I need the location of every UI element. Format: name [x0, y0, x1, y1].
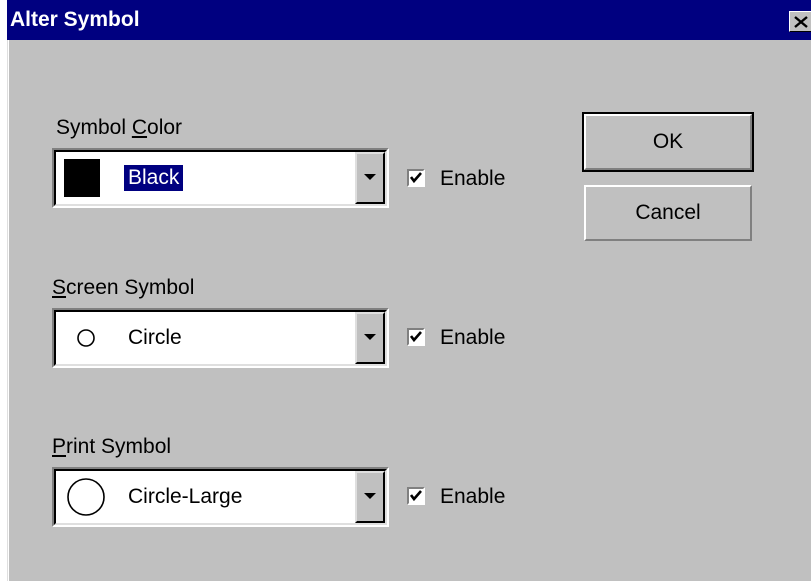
screen-symbol-value: Circle [128, 326, 182, 349]
dialog-title: Alter Symbol [10, 8, 140, 31]
close-button[interactable] [789, 11, 811, 32]
symbol-color-label: Symbol Color [56, 116, 183, 139]
checkmark-icon [410, 331, 422, 343]
chevron-down-icon [364, 493, 376, 499]
title-bar[interactable]: Alter Symbol [7, 0, 811, 40]
checkbox-box[interactable] [407, 328, 425, 346]
checkmark-icon [410, 172, 422, 184]
color-swatch [64, 159, 100, 197]
screen-symbol-label: Screen Symbol [52, 276, 195, 299]
large-circle-icon [67, 478, 105, 516]
print-symbol-dropdown-button[interactable] [355, 471, 385, 523]
enable-label: Enable [440, 485, 506, 508]
chevron-down-icon [364, 174, 376, 180]
checkmark-icon [410, 490, 422, 502]
symbol-color-combobox[interactable]: Black [52, 148, 389, 208]
chevron-down-icon [364, 334, 376, 340]
symbol-color-dropdown-button[interactable] [355, 152, 385, 204]
enable-label: Enable [440, 167, 506, 190]
checkbox-box[interactable] [407, 487, 425, 505]
close-icon [794, 16, 808, 28]
ok-button[interactable]: OK [582, 112, 754, 172]
small-circle-icon [77, 329, 95, 347]
alter-symbol-dialog: Alter Symbol Symbol Color Black Enable S… [7, 0, 811, 581]
enable-label: Enable [440, 326, 506, 349]
symbol-color-value: Black [124, 165, 184, 191]
cancel-button[interactable]: Cancel [584, 185, 752, 241]
checkbox-box[interactable] [407, 169, 425, 187]
print-symbol-combobox[interactable]: Circle-Large [52, 467, 389, 527]
print-symbol-value: Circle-Large [128, 485, 243, 508]
screen-symbol-combobox[interactable]: Circle [52, 308, 389, 368]
print-symbol-label: Print Symbol [52, 435, 172, 458]
screen-symbol-dropdown-button[interactable] [355, 312, 385, 364]
